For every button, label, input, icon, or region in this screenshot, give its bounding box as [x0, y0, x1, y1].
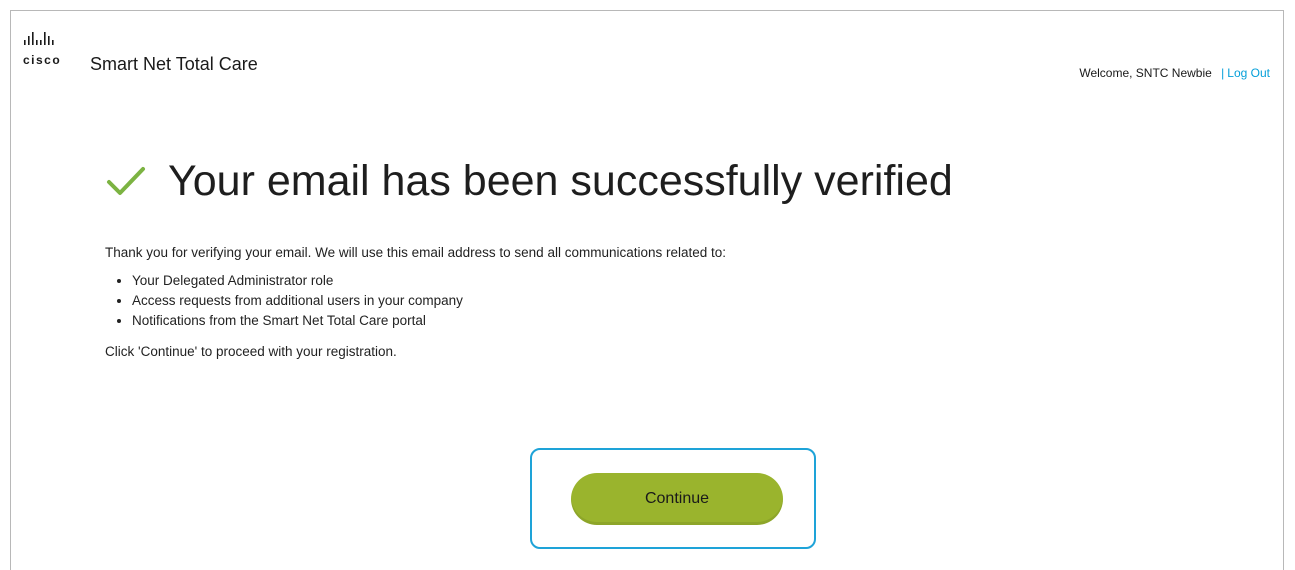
user-area: Welcome, SNTC Newbie | Log Out	[1079, 66, 1270, 80]
page-title: Your email has been successfully verifie…	[168, 157, 953, 205]
cisco-logo[interactable]: cisco	[23, 31, 91, 71]
logout-link[interactable]: Log Out	[1227, 66, 1270, 80]
cisco-logo-icon	[24, 32, 54, 45]
continue-highlight: Continue	[530, 448, 816, 549]
page-frame: cisco Smart Net Total Care Welcome, SNTC…	[10, 10, 1284, 570]
header: cisco Smart Net Total Care Welcome, SNTC…	[11, 11, 1283, 91]
app-title: Smart Net Total Care	[90, 54, 258, 74]
communications-list: Your Delegated Administrator role Access…	[105, 271, 1205, 331]
message-body: Thank you for verifying your email. We w…	[105, 242, 1205, 362]
instruction-text: Click 'Continue' to proceed with your re…	[105, 344, 397, 359]
list-item: Your Delegated Administrator role	[132, 271, 1205, 291]
continue-button[interactable]: Continue	[571, 473, 783, 525]
header-separator: |	[1221, 66, 1225, 80]
welcome-text: Welcome, SNTC Newbie	[1079, 66, 1212, 80]
cisco-wordmark: cisco	[23, 53, 62, 67]
intro-text: Thank you for verifying your email. We w…	[105, 245, 727, 260]
list-item: Notifications from the Smart Net Total C…	[132, 311, 1205, 331]
checkmark-icon	[107, 167, 145, 195]
list-item: Access requests from additional users in…	[132, 291, 1205, 311]
